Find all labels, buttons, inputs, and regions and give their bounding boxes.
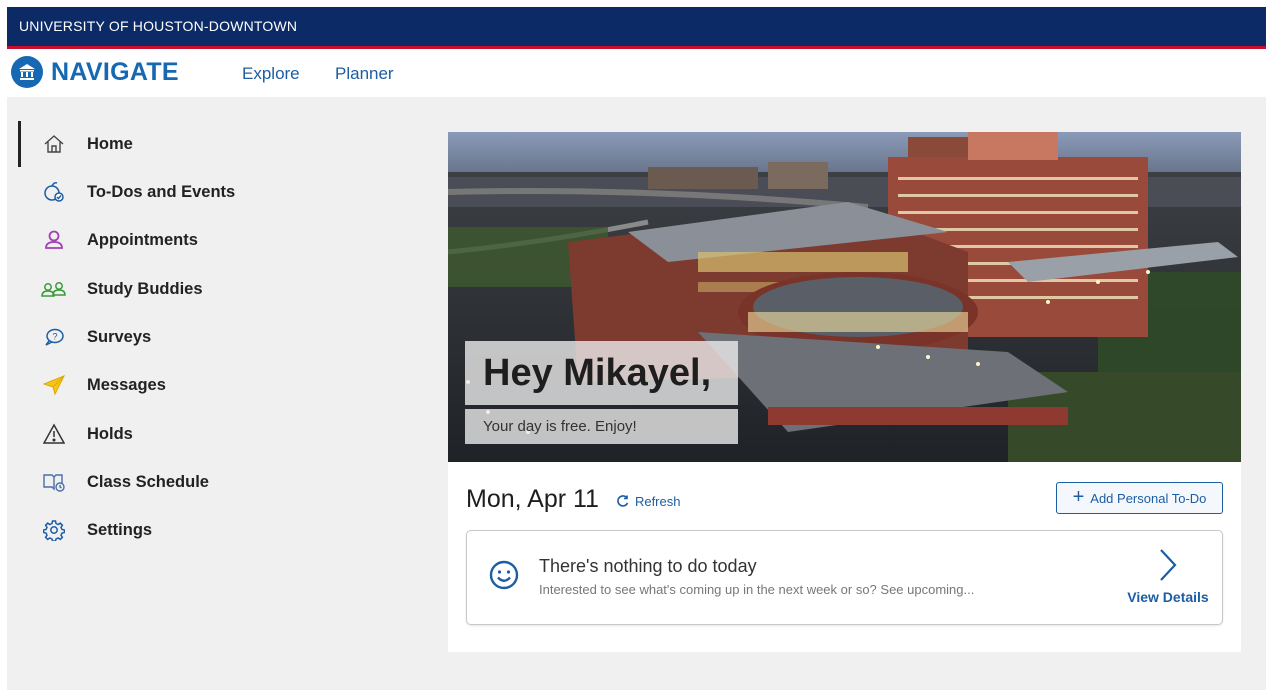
sidebar-item-holds[interactable]: Holds (41, 416, 133, 452)
sidebar-item-label: Surveys (87, 327, 152, 346)
sidebar-item-home[interactable]: Home (41, 126, 133, 162)
sidebar-item-label: Home (87, 134, 133, 153)
current-date: Mon, Apr 11 (466, 485, 599, 513)
sidebar-item-label: Holds (87, 424, 133, 443)
study-buddies-icon (41, 276, 67, 302)
refresh-label: Refresh (634, 493, 681, 509)
page-content: Home To-Dos and Events Appointments Stud… (7, 97, 1266, 690)
sidebar-item-settings[interactable]: Settings (41, 512, 152, 548)
sidebar-item-class-schedule[interactable]: Class Schedule (41, 464, 209, 500)
view-details-button[interactable]: View Details (1123, 548, 1213, 605)
warning-icon (41, 421, 67, 447)
sidebar-item-messages[interactable]: Messages (41, 367, 166, 403)
person-icon (41, 227, 67, 253)
university-building-icon (11, 56, 43, 88)
todo-empty-title: There's nothing to do today (539, 556, 757, 576)
sidebar-item-todos-events[interactable]: To-Dos and Events (41, 174, 235, 210)
chevron-right-icon (1160, 549, 1177, 581)
paper-plane-icon (41, 372, 67, 398)
refresh-button[interactable]: Refresh (617, 493, 681, 509)
university-bar: UNIVERSITY OF HOUSTON-DOWNTOWN (7, 7, 1266, 49)
smiley-icon (488, 559, 520, 596)
navigate-logo[interactable]: NAVIGATE (11, 56, 179, 88)
sidebar-active-indicator (18, 121, 21, 167)
sidebar-item-label: Messages (87, 375, 166, 394)
date-row: Mon, Apr 11 Refresh (466, 485, 680, 514)
sidebar-item-surveys[interactable]: ? Surveys (41, 319, 151, 355)
svg-text:?: ? (53, 332, 58, 342)
sidebar-item-label: Settings (87, 520, 153, 539)
todo-empty-description: Interested to see what's coming up in th… (539, 582, 975, 597)
nav-planner-link[interactable]: Planner (335, 64, 394, 84)
add-personal-todo-button[interactable]: + Add Personal To-Do (1056, 482, 1223, 514)
class-schedule-icon (41, 469, 67, 495)
campus-hero-image: Hey Mikayel, Your day is free. Enjoy! (448, 132, 1241, 462)
view-details-label: View Details (1127, 589, 1209, 605)
todo-icon (41, 179, 67, 205)
plus-icon: + (1072, 486, 1085, 508)
greeting-subtitle-box: Your day is free. Enjoy! (465, 409, 738, 444)
sidebar-item-study-buddies[interactable]: Study Buddies (41, 271, 203, 307)
nav-explore-link[interactable]: Explore (242, 64, 300, 84)
greeting-heading: Hey Mikayel, (483, 351, 712, 394)
brand-name: NAVIGATE (51, 57, 179, 86)
add-personal-todo-label: Add Personal To-Do (1090, 490, 1207, 506)
sidebar-item-label: Class Schedule (87, 472, 209, 491)
greeting-subtitle: Your day is free. Enjoy! (483, 418, 637, 435)
sidebar-item-label: Appointments (87, 230, 198, 249)
home-card: Hey Mikayel, Your day is free. Enjoy! Mo… (448, 132, 1241, 652)
refresh-icon (617, 495, 629, 507)
home-icon (41, 131, 67, 157)
sidebar-item-label: Study Buddies (87, 279, 203, 298)
todo-empty-card: There's nothing to do today Interested t… (466, 530, 1223, 625)
greeting-box: Hey Mikayel, (465, 341, 738, 405)
sidebar-item-appointments[interactable]: Appointments (41, 222, 198, 258)
navigation-header: NAVIGATE Explore Planner (7, 49, 1266, 97)
gear-icon (41, 517, 67, 543)
sidebar-item-label: To-Dos and Events (87, 182, 236, 201)
university-name: UNIVERSITY OF HOUSTON-DOWNTOWN (19, 18, 298, 34)
survey-bubble-icon: ? (41, 324, 67, 350)
